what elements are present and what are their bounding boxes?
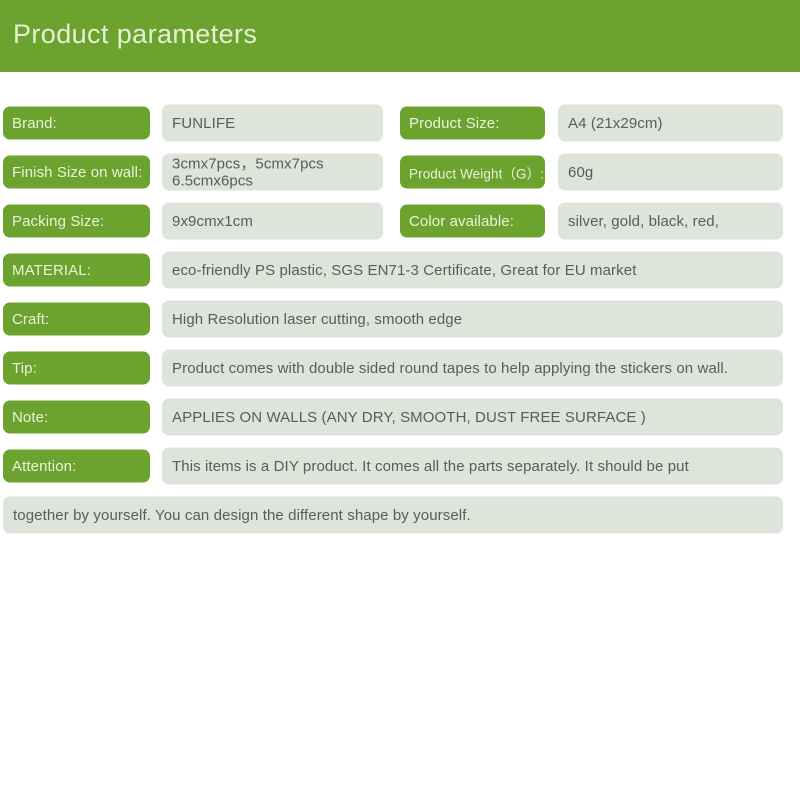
table-row: together by yourself. You can design the…: [0, 494, 800, 536]
param-value-color-available: silver, gold, black, red,: [558, 202, 783, 240]
param-label-text: Color available:: [409, 212, 514, 230]
table-row: Craft: High Resolution laser cutting, sm…: [0, 298, 800, 340]
param-label-note: Note:: [3, 400, 150, 434]
param-label-text: Packing Size:: [12, 212, 105, 230]
param-value-tip: Product comes with double sided round ta…: [162, 349, 783, 387]
param-label-color-available: Color available:: [400, 204, 545, 238]
param-value-brand: FUNLIFE: [162, 104, 383, 142]
table-row: Note: APPLIES ON WALLS (ANY DRY, SMOOTH,…: [0, 396, 800, 438]
table-row: Tip: Product comes with double sided rou…: [0, 347, 800, 389]
param-label-text: Product Weight（G）:: [409, 166, 545, 181]
param-label-text: MATERIAL:: [12, 261, 91, 279]
param-value-text: FUNLIFE: [172, 114, 236, 132]
param-value-text: A4 (21x29cm): [568, 114, 663, 132]
param-label-finish-size-on-wall: Finish Size on wall:: [3, 155, 150, 189]
param-value-attention-continued: together by yourself. You can design the…: [3, 496, 783, 534]
param-label-text: Brand:: [12, 114, 57, 132]
param-value-product-size: A4 (21x29cm): [558, 104, 783, 142]
param-value-text: 60g: [568, 163, 594, 181]
param-value-note: APPLIES ON WALLS (ANY DRY, SMOOTH, DUST …: [162, 398, 783, 436]
param-label-brand: Brand:: [3, 106, 150, 140]
table-row: Packing Size: 9x9cmx1cm Color available:…: [0, 200, 800, 242]
param-label-text: Finish Size on wall:: [12, 163, 143, 181]
table-row: Brand: FUNLIFE Product Size: A4 (21x29cm…: [0, 102, 800, 144]
param-label-tip: Tip:: [3, 351, 150, 385]
param-label-product-size: Product Size:: [400, 106, 545, 140]
param-label-text: Tip:: [12, 359, 37, 377]
page-header-banner: Product parameters: [0, 0, 800, 72]
param-value-text: silver, gold, black, red,: [568, 212, 719, 230]
param-value-text: together by yourself. You can design the…: [13, 506, 471, 524]
param-label-text: Note:: [12, 408, 49, 426]
page-title: Product parameters: [13, 19, 258, 49]
param-label-attention: Attention:: [3, 449, 150, 483]
param-label-text: Attention:: [12, 457, 77, 475]
table-row: MATERIAL: eco-friendly PS plastic, SGS E…: [0, 249, 800, 291]
param-value-text: High Resolution laser cutting, smooth ed…: [172, 310, 463, 328]
param-value-product-weight: 60g: [558, 153, 783, 191]
param-value-attention: This items is a DIY product. It comes al…: [162, 447, 783, 485]
param-value-material: eco-friendly PS plastic, SGS EN71-3 Cert…: [162, 251, 783, 289]
param-label-text: Product Size:: [409, 114, 500, 132]
param-value-text: APPLIES ON WALLS (ANY DRY, SMOOTH, DUST …: [172, 408, 646, 426]
table-row: Attention: This items is a DIY product. …: [0, 445, 800, 487]
param-label-craft: Craft:: [3, 302, 150, 336]
param-value-text: Product comes with double sided round ta…: [172, 359, 729, 377]
param-value-text: eco-friendly PS plastic, SGS EN71-3 Cert…: [172, 261, 637, 279]
param-value-finish-size-on-wall: 3cmx7pcs，5cmx7pcs 6.5cmx6pcs: [162, 153, 383, 191]
param-value-craft: High Resolution laser cutting, smooth ed…: [162, 300, 783, 338]
param-value-text: 3cmx7pcs，5cmx7pcs 6.5cmx6pcs: [172, 155, 324, 189]
table-row: Finish Size on wall: 3cmx7pcs，5cmx7pcs 6…: [0, 151, 800, 193]
param-value-text: 9x9cmx1cm: [172, 212, 253, 230]
param-label-product-weight: Product Weight（G）:: [400, 155, 545, 189]
param-label-text: Craft:: [12, 310, 50, 328]
param-value-packing-size: 9x9cmx1cm: [162, 202, 383, 240]
param-label-packing-size: Packing Size:: [3, 204, 150, 238]
param-value-text: This items is a DIY product. It comes al…: [172, 457, 689, 475]
param-label-material: MATERIAL:: [3, 253, 150, 287]
